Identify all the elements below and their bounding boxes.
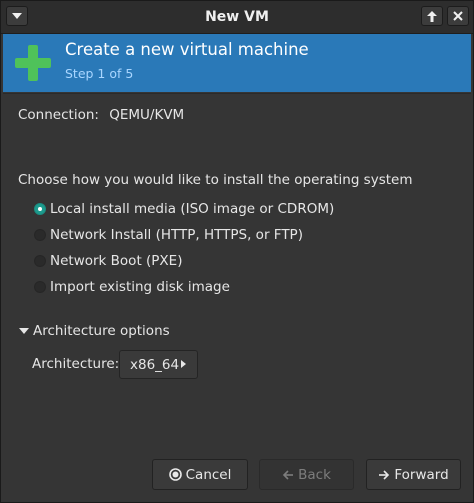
radio-button[interactable] — [34, 229, 46, 241]
radio-label: Network Boot (PXE) — [50, 253, 183, 269]
cancel-label: Cancel — [185, 466, 232, 483]
arrow-left-icon — [282, 469, 294, 480]
back-button[interactable]: Back — [259, 459, 354, 490]
maximize-button[interactable] — [421, 6, 443, 26]
window-title: New VM — [205, 9, 269, 25]
cancel-icon — [168, 468, 182, 481]
title-bar: New VM — [1, 1, 473, 34]
new-vm-window: New VM Create a new virtual machine Step… — [0, 0, 474, 503]
expander-label: Architecture options — [33, 323, 170, 339]
radio-local-install-media[interactable]: Local install media (ISO image or CDROM) — [34, 200, 334, 218]
banner-title: Create a new virtual machine — [65, 40, 309, 59]
radio-network-boot[interactable]: Network Boot (PXE) — [34, 252, 182, 270]
radio-network-install[interactable]: Network Install (HTTP, HTTPS, or FTP) — [34, 226, 303, 244]
forward-label: Forward — [394, 466, 449, 483]
close-icon — [453, 11, 463, 21]
close-button[interactable] — [447, 6, 469, 26]
green-plus-icon — [15, 45, 51, 81]
architecture-label: Architecture: — [32, 356, 120, 372]
step-indicator: Step 1 of 5 — [65, 66, 134, 81]
radio-label: Local install media (ISO image or CDROM) — [50, 201, 335, 217]
radio-import-disk-image[interactable]: Import existing disk image — [34, 278, 230, 296]
architecture-value: x86_64 — [130, 356, 180, 373]
header-banner: Create a new virtual machine Step 1 of 5 — [3, 34, 471, 92]
radio-button[interactable] — [34, 255, 46, 267]
back-label: Back — [298, 466, 331, 483]
radio-label: Import existing disk image — [50, 279, 230, 295]
radio-button[interactable] — [34, 203, 46, 215]
connection-label: Connection: — [18, 107, 99, 123]
radio-button[interactable] — [34, 281, 46, 293]
arrow-up-icon — [427, 10, 437, 22]
expander-arrow-icon — [19, 328, 29, 334]
architecture-dropdown[interactable]: x86_64 — [119, 350, 198, 379]
connection-row: Connection: QEMU/KVM — [18, 107, 184, 123]
install-method-prompt: Choose how you would like to install the… — [18, 172, 413, 188]
radio-label: Network Install (HTTP, HTTPS, or FTP) — [50, 227, 303, 243]
arrow-right-icon — [378, 469, 390, 480]
chevron-right-icon — [181, 360, 186, 368]
forward-button[interactable]: Forward — [366, 459, 461, 490]
header-divider — [3, 93, 471, 94]
cancel-button[interactable]: Cancel — [152, 459, 248, 490]
architecture-options-expander[interactable]: Architecture options — [19, 322, 170, 340]
connection-value: QEMU/KVM — [109, 107, 185, 123]
